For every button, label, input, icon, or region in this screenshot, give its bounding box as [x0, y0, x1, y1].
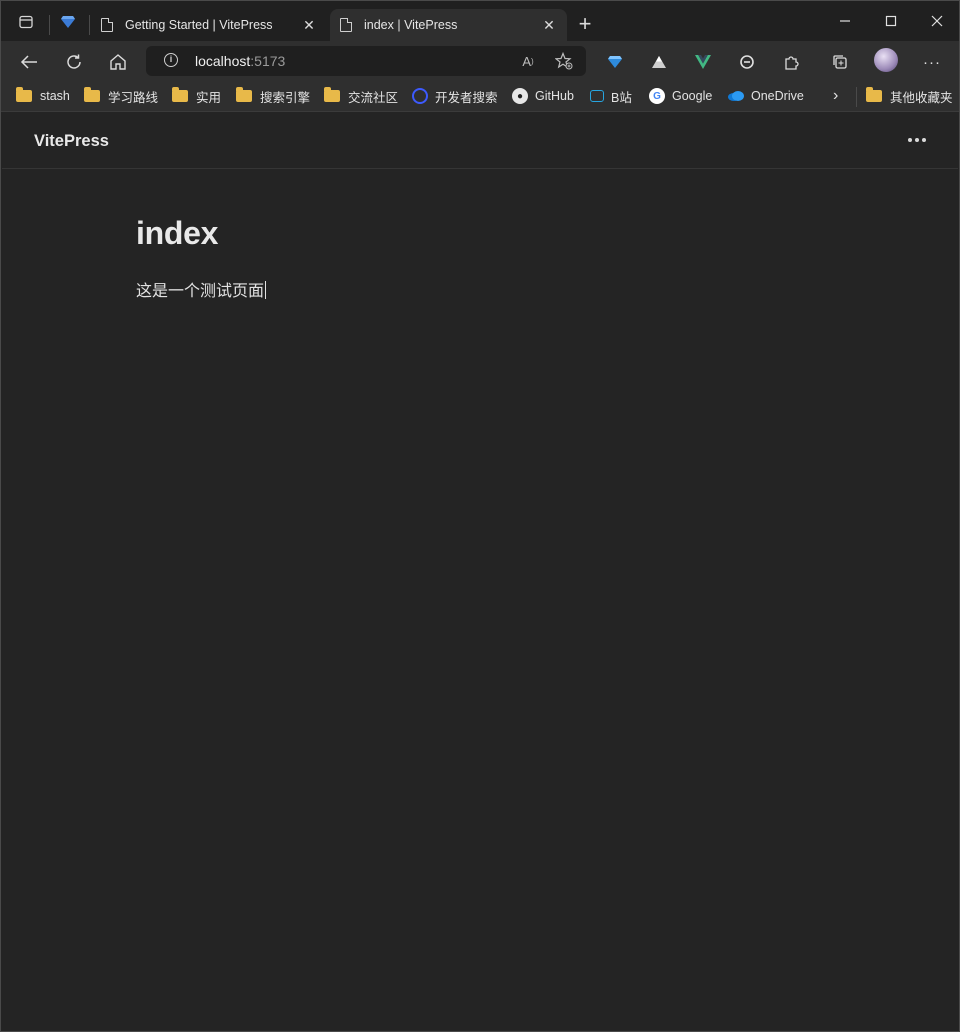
- tab-bar: Getting Started | VitePress ✕ index | Vi…: [1, 1, 959, 41]
- bookmark-bilibili[interactable]: B站: [590, 86, 632, 106]
- bookmark-label: stash: [40, 89, 70, 103]
- bookmark-label: OneDrive: [751, 89, 804, 103]
- page-heading: index: [136, 215, 219, 251]
- onedrive-icon: [728, 91, 744, 101]
- tab-title: Getting Started | VitePress: [125, 18, 273, 32]
- address-bar[interactable]: i localhost:5173 A): [146, 46, 586, 76]
- close-tab-icon[interactable]: ✕: [301, 17, 317, 34]
- bookmark-dev-search[interactable]: 开发者搜索: [412, 86, 498, 106]
- folder-icon: [236, 87, 252, 102]
- bilibili-icon: [590, 90, 604, 102]
- bookmark-label: 实用: [196, 90, 222, 105]
- folder-icon: [16, 87, 32, 102]
- add-favorite-icon[interactable]: [553, 50, 575, 72]
- page-icon: [340, 18, 352, 32]
- browser-window: Getting Started | VitePress ✕ index | Vi…: [0, 0, 960, 1032]
- read-aloud-icon[interactable]: A): [517, 50, 539, 72]
- page-paragraph: 这是一个测试页面: [136, 277, 267, 301]
- clock-extension-icon[interactable]: [734, 49, 760, 75]
- bookmark-label: B站: [611, 90, 632, 105]
- bookmarks-overflow-chevron-icon[interactable]: ›: [833, 86, 838, 106]
- bookmark-label: 学习路线: [108, 90, 159, 105]
- tab-separator: [89, 15, 90, 35]
- bookmark-useful[interactable]: 实用: [172, 86, 221, 106]
- profile-avatar[interactable]: [874, 48, 898, 72]
- folder-icon: [866, 87, 882, 102]
- refresh-icon[interactable]: [61, 49, 87, 75]
- url-text: localhost:5173: [195, 53, 285, 69]
- vue-devtools-icon[interactable]: [690, 49, 716, 75]
- window-close-icon[interactable]: [922, 9, 952, 33]
- bookmark-label: 搜索引擎: [260, 90, 311, 105]
- back-icon[interactable]: [16, 49, 42, 75]
- folder-icon: [84, 87, 100, 102]
- tab-index[interactable]: index | VitePress ✕: [330, 9, 567, 41]
- bookmark-stash[interactable]: stash: [16, 86, 70, 106]
- tab-title: index | VitePress: [364, 18, 458, 32]
- home-icon[interactable]: [105, 49, 131, 75]
- bookmarks-bar: stash 学习路线 实用 搜索引擎 交流社区 开发者搜索 ● GitHub B站…: [1, 81, 959, 112]
- bookmark-search-engines[interactable]: 搜索引擎: [236, 86, 310, 106]
- bookmark-label: 其他收藏夹: [890, 90, 953, 105]
- new-tab-icon[interactable]: +: [575, 13, 595, 35]
- url-port: :5173: [250, 53, 286, 69]
- devsearch-icon: [412, 88, 428, 104]
- bookmark-community[interactable]: 交流社区: [324, 86, 398, 106]
- bookmark-learning-path[interactable]: 学习路线: [84, 86, 158, 106]
- pinned-tab-diamond-icon[interactable]: [55, 9, 81, 35]
- bookmark-separator: [856, 87, 857, 107]
- paragraph-text: 这是一个测试页面: [136, 281, 265, 300]
- page-icon: [101, 18, 113, 32]
- site-title[interactable]: VitePress: [34, 132, 109, 151]
- minimize-icon[interactable]: [830, 9, 860, 33]
- tab-getting-started[interactable]: Getting Started | VitePress ✕: [91, 9, 327, 41]
- bookmark-label: 开发者搜索: [435, 90, 498, 105]
- bookmark-label: Google: [672, 89, 713, 103]
- navigation-bar: i localhost:5173 A) ···: [1, 41, 959, 81]
- github-icon: ●: [512, 88, 528, 104]
- close-tab-icon[interactable]: ✕: [541, 17, 557, 34]
- bookmark-other-favorites[interactable]: 其他收藏夹: [866, 86, 953, 106]
- folder-icon: [172, 87, 188, 102]
- mountain-extension-icon[interactable]: [646, 49, 672, 75]
- extensions-puzzle-icon[interactable]: [778, 49, 804, 75]
- site-navbar: VitePress: [2, 113, 958, 169]
- bookmark-github[interactable]: ● GitHub: [512, 86, 574, 106]
- folder-icon: [324, 87, 340, 102]
- maximize-icon[interactable]: [876, 9, 906, 33]
- google-icon: G: [649, 88, 665, 104]
- bookmark-label: GitHub: [535, 89, 574, 103]
- bookmark-google[interactable]: G Google: [649, 86, 712, 106]
- site-info-icon[interactable]: i: [164, 53, 178, 67]
- bookmark-label: 交流社区: [348, 90, 399, 105]
- collections-icon[interactable]: [827, 49, 853, 75]
- more-menu-icon[interactable]: [902, 130, 932, 150]
- text-caret: [265, 281, 267, 299]
- url-host: localhost: [195, 53, 251, 69]
- tab-actions-icon[interactable]: [13, 9, 39, 35]
- tab-separator: [49, 15, 50, 35]
- bookmark-onedrive[interactable]: OneDrive: [727, 86, 804, 106]
- settings-more-icon[interactable]: ···: [919, 49, 945, 75]
- diamond-extension-icon[interactable]: [602, 49, 628, 75]
